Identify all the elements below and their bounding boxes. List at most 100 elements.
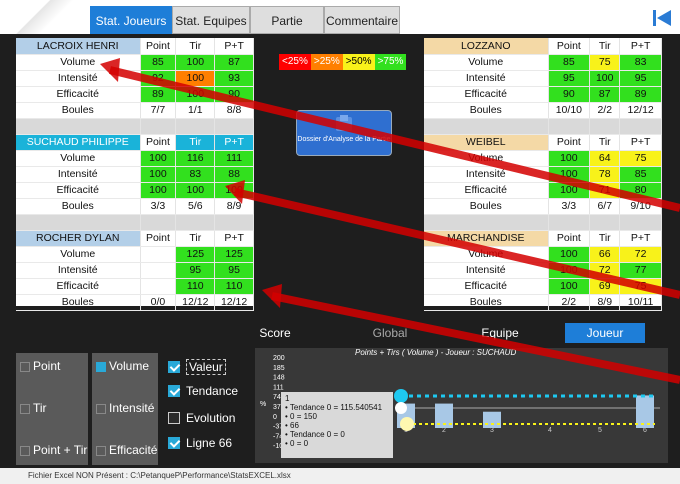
stat-cell: 100 (589, 70, 621, 87)
stat-cell: 12/12 (619, 102, 662, 119)
column-header: Tir (589, 230, 621, 247)
dossier-label: Dossier d'Analyse de la Partie (297, 136, 391, 143)
y-tick-label: 200 (273, 355, 285, 362)
player-header-row: LACROIX HENRI Point Tir P+T (16, 38, 254, 55)
table-row: Volume 85 75 83 (424, 54, 662, 71)
option-point-label: Point (33, 359, 61, 373)
option-label: Ligne 66 (186, 436, 233, 450)
tir-checkbox[interactable] (20, 403, 30, 414)
stat-cell: 8/8 (214, 102, 254, 119)
stat-cell: 100 (175, 70, 216, 87)
player-name[interactable]: SUCHAUD PHILIPPE (16, 134, 141, 151)
stat-cell: 5/6 (175, 198, 216, 215)
option-point-tir[interactable]: Point + Tir (20, 443, 87, 457)
bottom-tab-bar: Score Global Equipe Joueur (220, 320, 680, 344)
right-team-panel: LOZZANO Point Tir P+T Volume 85 75 83 Intensité 9… (424, 38, 662, 311)
column-header: Tir (175, 134, 216, 151)
stat-cell: 75 (589, 54, 621, 71)
table-row: Boules 2/2 8/9 10/11 (424, 294, 662, 311)
option-valeur[interactable]: Valeur (168, 359, 226, 375)
stat-cell: 100 (140, 150, 177, 167)
type-selector: Point Tir Point + Tir (16, 353, 88, 465)
table-row: Boules 10/10 2/2 12/12 (424, 102, 662, 119)
column-header: Tir (175, 230, 216, 247)
tab-stat-joueurs[interactable]: Stat. Joueurs (90, 6, 172, 34)
table-row: Intensité 100 78 85 (424, 166, 662, 183)
stat-cell: 100 (548, 262, 591, 279)
value-point (395, 402, 407, 414)
intensite-checkbox[interactable] (96, 403, 106, 414)
stat-cell: 3/3 (140, 198, 177, 215)
tooltip-line: • 0 = 150 (285, 412, 317, 421)
tab-partie[interactable]: Partie (250, 6, 324, 34)
tab-equipe[interactable]: Equipe (460, 323, 540, 343)
table-row: Efficacité 100 71 80 (424, 182, 662, 199)
option-intensite-label: Intensité (109, 401, 155, 415)
stat-cell: 100 (548, 150, 591, 167)
row-label: Intensité (16, 166, 141, 183)
stat-cell: 89 (140, 86, 177, 103)
player-name[interactable]: LACROIX HENRI (16, 38, 141, 55)
row-label: Volume (424, 54, 549, 71)
column-header: P+T (214, 230, 254, 247)
option-evolution[interactable]: Evolution (168, 411, 235, 425)
player-name[interactable]: ROCHER DYLAN (16, 230, 141, 247)
point-checkbox[interactable] (20, 361, 30, 372)
tab-joueur[interactable]: Joueur (565, 323, 645, 343)
column-header: Point (140, 38, 177, 55)
skip-back-icon[interactable] (652, 8, 672, 28)
bar (483, 411, 501, 428)
dossier-analyse-button[interactable]: Dossier d'Analyse de la Partie (296, 110, 392, 156)
checkbox[interactable] (168, 385, 180, 397)
option-volume[interactable]: Volume (96, 359, 149, 373)
stat-cell: 100 (175, 86, 216, 103)
option-point[interactable]: Point (20, 359, 60, 373)
table-row: Volume 85 100 87 (16, 54, 254, 71)
option-tendance[interactable]: Tendance (168, 384, 238, 398)
stat-cell: 125 (214, 246, 254, 263)
player-name[interactable]: LOZZANO (424, 38, 549, 55)
tab-commentaire[interactable]: Commentaire (324, 6, 400, 34)
stat-cell: 90 (548, 86, 591, 103)
option-efficacite[interactable]: Efficacité (96, 443, 157, 457)
option-volume-label: Volume (109, 359, 150, 373)
row-label: Boules (424, 198, 549, 215)
stat-cell: 75 (619, 278, 662, 295)
row-label: Boules (16, 294, 141, 311)
stat-cell: 100 (140, 182, 177, 199)
point-tir-checkbox[interactable] (20, 445, 30, 456)
tab-global[interactable]: Global (350, 323, 430, 343)
table-row: Intensité 95 100 95 (424, 70, 662, 87)
checkbox[interactable] (168, 361, 180, 373)
stat-cell: 95 (214, 262, 254, 279)
y-tick-label: 111 (273, 384, 284, 391)
left-team-panel: LACROIX HENRI Point Tir P+T Volume 85 100 87 Int… (16, 38, 254, 311)
stat-cell: 12/12 (214, 294, 254, 311)
tooltip-line: • Tendance 0 = 115.540541 (285, 403, 383, 412)
tab-stat-equipes[interactable]: Stat. Equipes (172, 6, 250, 34)
stat-cell: 95 (548, 70, 591, 87)
efficacite-checkbox[interactable] (96, 445, 106, 456)
row-label: Boules (424, 294, 549, 311)
row-label: Efficacité (424, 182, 549, 199)
checkbox[interactable] (168, 437, 180, 449)
tooltip-line: • 66 (285, 421, 299, 430)
option-intensite[interactable]: Intensité (96, 401, 154, 415)
stat-cell: 92 (140, 70, 177, 87)
measure-selector: Volume Intensité Efficacité (92, 353, 158, 465)
stat-cell: 88 (214, 166, 254, 183)
stat-cell: 100 (175, 182, 216, 199)
bar (636, 395, 654, 428)
player-name[interactable]: WEIBEL (424, 134, 549, 151)
checkbox[interactable] (168, 412, 180, 424)
tab-score[interactable]: Score (240, 323, 310, 343)
row-label: Boules (16, 198, 141, 215)
option-ligne-66[interactable]: Ligne 66 (168, 436, 232, 450)
column-header: P+T (214, 38, 254, 55)
volume-checkbox[interactable] (96, 361, 106, 372)
stat-cell: 75 (619, 150, 662, 167)
stat-cell: 77 (619, 262, 662, 279)
option-label: Valeur (186, 359, 226, 375)
option-tir[interactable]: Tir (20, 401, 47, 415)
player-name[interactable]: MARCHANDISE (424, 230, 549, 247)
